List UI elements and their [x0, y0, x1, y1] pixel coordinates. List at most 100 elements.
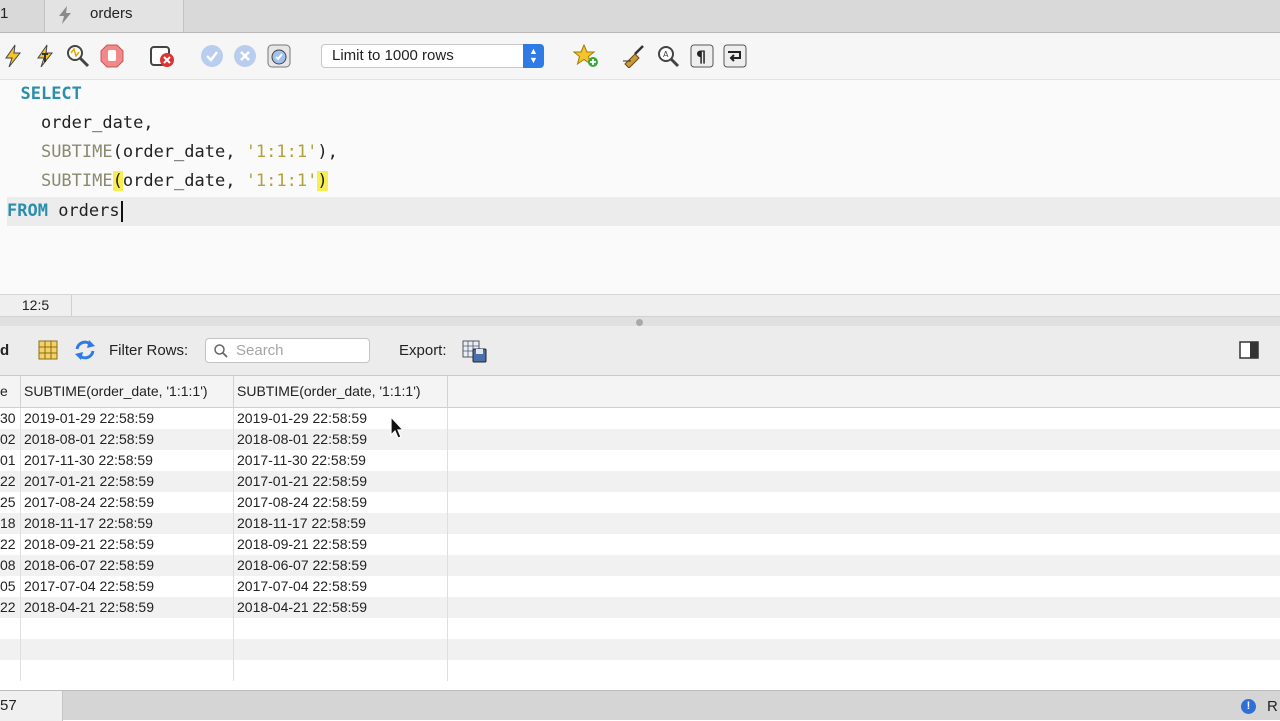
- table-cell[interactable]: 2018-06-07 22:58:59: [234, 555, 448, 576]
- grid-view-icon[interactable]: [38, 340, 58, 365]
- toggle-sidebar-icon[interactable]: [1239, 341, 1259, 364]
- table-cell[interactable]: 02: [0, 429, 21, 450]
- table-cell[interactable]: 2017-08-24 22:58:59: [234, 492, 448, 513]
- table-row[interactable]: 05 2017-07-04 22:58:59 2017-07-04 22:58:59: [0, 576, 1280, 597]
- grid-header: e SUBTIME(order_date, '1:1:1') SUBTIME(o…: [0, 376, 1280, 408]
- wrap-icon[interactable]: [722, 43, 748, 69]
- filter-search-input[interactable]: [236, 341, 366, 360]
- table-cell[interactable]: 2018-11-17 22:58:59: [234, 513, 448, 534]
- table-cell[interactable]: [234, 639, 448, 660]
- table-row[interactable]: 22 2018-04-21 22:58:59 2018-04-21 22:58:59: [0, 597, 1280, 618]
- empty-table-row[interactable]: [0, 618, 1280, 639]
- tab-orders[interactable]: orders: [45, 0, 184, 32]
- function-argument: order_date,: [122, 171, 246, 191]
- table-cell[interactable]: [0, 660, 21, 681]
- table-row[interactable]: 25 2017-08-24 22:58:59 2017-08-24 22:58:59: [0, 492, 1280, 513]
- code-line-1: SELECT: [0, 80, 1280, 109]
- export-icon[interactable]: [462, 339, 488, 368]
- code-line-3: SUBTIME(order_date, '1:1:1'),: [0, 138, 1280, 167]
- column-header-order-date[interactable]: e: [0, 376, 21, 407]
- execute-icon[interactable]: [0, 43, 26, 69]
- beautify-icon[interactable]: [621, 43, 647, 69]
- limit-rows-select[interactable]: Limit to 1000 rows ▲ ▼: [321, 44, 544, 68]
- info-icon[interactable]: !: [1241, 699, 1256, 714]
- table-cell[interactable]: 2017-01-21 22:58:59: [21, 471, 234, 492]
- table-cell[interactable]: 2018-06-07 22:58:59: [21, 555, 234, 576]
- editor-status-bar: 12:5: [0, 294, 1280, 316]
- table-cell[interactable]: [21, 660, 234, 681]
- table-row[interactable]: 30 2019-01-29 22:58:59 2019-01-29 22:58:59: [0, 408, 1280, 429]
- commit-icon[interactable]: [199, 43, 225, 69]
- rollback-icon[interactable]: [232, 43, 258, 69]
- cursor-position: 12:5: [0, 295, 72, 316]
- table-cell[interactable]: 2017-08-24 22:58:59: [21, 492, 234, 513]
- code-line-5-current: FROM orders: [7, 197, 1280, 226]
- tab-bar: 1 orders: [0, 0, 1280, 33]
- table-row[interactable]: 22 2017-01-21 22:58:59 2017-01-21 22:58:59: [0, 471, 1280, 492]
- table-cell[interactable]: 22: [0, 471, 21, 492]
- splitter-handle-icon[interactable]: [636, 319, 643, 326]
- table-cell[interactable]: 2018-08-01 22:58:59: [21, 429, 234, 450]
- table-cell[interactable]: 05: [0, 576, 21, 597]
- table-cell[interactable]: 2018-11-17 22:58:59: [21, 513, 234, 534]
- filter-rows-label: Filter Rows:: [109, 342, 189, 359]
- table-row[interactable]: 01 2017-11-30 22:58:59 2017-11-30 22:58:59: [0, 450, 1280, 471]
- table-cell[interactable]: [0, 618, 21, 639]
- invisible-chars-icon[interactable]: ¶: [689, 43, 715, 69]
- table-cell[interactable]: 2018-09-21 22:58:59: [21, 534, 234, 555]
- filter-search-box[interactable]: [205, 338, 370, 363]
- status-right-text: R: [1267, 698, 1278, 715]
- pane-splitter[interactable]: [0, 316, 1280, 326]
- add-snippet-icon[interactable]: [573, 43, 599, 69]
- table-cell[interactable]: 2018-08-01 22:58:59: [234, 429, 448, 450]
- comma: ,: [327, 142, 338, 162]
- find-icon[interactable]: A: [655, 43, 681, 69]
- column-header-subtime-2[interactable]: SUBTIME(order_date, '1:1:1'): [234, 376, 448, 407]
- table-row[interactable]: 08 2018-06-07 22:58:59 2018-06-07 22:58:59: [0, 555, 1280, 576]
- limit-rows-value: Limit to 1000 rows: [332, 47, 454, 64]
- empty-table-row[interactable]: [0, 639, 1280, 660]
- table-cell[interactable]: [21, 639, 234, 660]
- table-cell[interactable]: 2018-04-21 22:58:59: [21, 597, 234, 618]
- table-cell[interactable]: 2019-01-29 22:58:59: [21, 408, 234, 429]
- explain-icon[interactable]: [65, 43, 91, 69]
- code-line-2: order_date,: [0, 109, 1280, 138]
- table-cell[interactable]: [21, 618, 234, 639]
- table-cell[interactable]: 2017-11-30 22:58:59: [21, 450, 234, 471]
- error-toggle-icon[interactable]: [149, 43, 175, 69]
- table-cell[interactable]: 30: [0, 408, 21, 429]
- execute-current-icon[interactable]: [32, 43, 58, 69]
- svg-text:¶: ¶: [696, 47, 706, 66]
- table-cell[interactable]: [234, 618, 448, 639]
- table-cell[interactable]: 2017-11-30 22:58:59: [234, 450, 448, 471]
- table-cell[interactable]: 2017-07-04 22:58:59: [234, 576, 448, 597]
- sql-editor[interactable]: SELECT order_date, SUBTIME(order_date, '…: [0, 80, 1280, 294]
- table-cell[interactable]: 2017-07-04 22:58:59: [21, 576, 234, 597]
- table-cell[interactable]: [234, 660, 448, 681]
- table-row[interactable]: 22 2018-09-21 22:58:59 2018-09-21 22:58:59: [0, 534, 1280, 555]
- close-paren: ): [317, 142, 328, 162]
- function-subtime: SUBTIME: [40, 142, 113, 162]
- empty-table-row[interactable]: [0, 660, 1280, 681]
- table-cell[interactable]: [0, 639, 21, 660]
- table-cell[interactable]: 18: [0, 513, 21, 534]
- column-header-subtime-1[interactable]: SUBTIME(order_date, '1:1:1'): [21, 376, 234, 407]
- table-row[interactable]: 02 2018-08-01 22:58:59 2018-08-01 22:58:59: [0, 429, 1280, 450]
- table-cell[interactable]: 2017-01-21 22:58:59: [234, 471, 448, 492]
- table-cell[interactable]: 2019-01-29 22:58:59: [234, 408, 448, 429]
- stop-icon[interactable]: [99, 43, 125, 69]
- tab-previous[interactable]: 1: [0, 0, 45, 32]
- table-cell[interactable]: 22: [0, 534, 21, 555]
- close-paren-highlighted: ): [317, 171, 328, 191]
- results-toolbar: d Filter Rows: Export:: [0, 326, 1280, 376]
- autocommit-icon[interactable]: [266, 43, 292, 69]
- table-cell[interactable]: 25: [0, 492, 21, 513]
- table-row[interactable]: 18 2018-11-17 22:58:59 2018-11-17 22:58:59: [0, 513, 1280, 534]
- refresh-icon[interactable]: [73, 339, 97, 366]
- table-cell[interactable]: 08: [0, 555, 21, 576]
- table-cell[interactable]: 22: [0, 597, 21, 618]
- table-cell[interactable]: 2018-09-21 22:58:59: [234, 534, 448, 555]
- table-cell[interactable]: 2018-04-21 22:58:59: [234, 597, 448, 618]
- result-grid[interactable]: e SUBTIME(order_date, '1:1:1') SUBTIME(o…: [0, 376, 1280, 690]
- table-cell[interactable]: 01: [0, 450, 21, 471]
